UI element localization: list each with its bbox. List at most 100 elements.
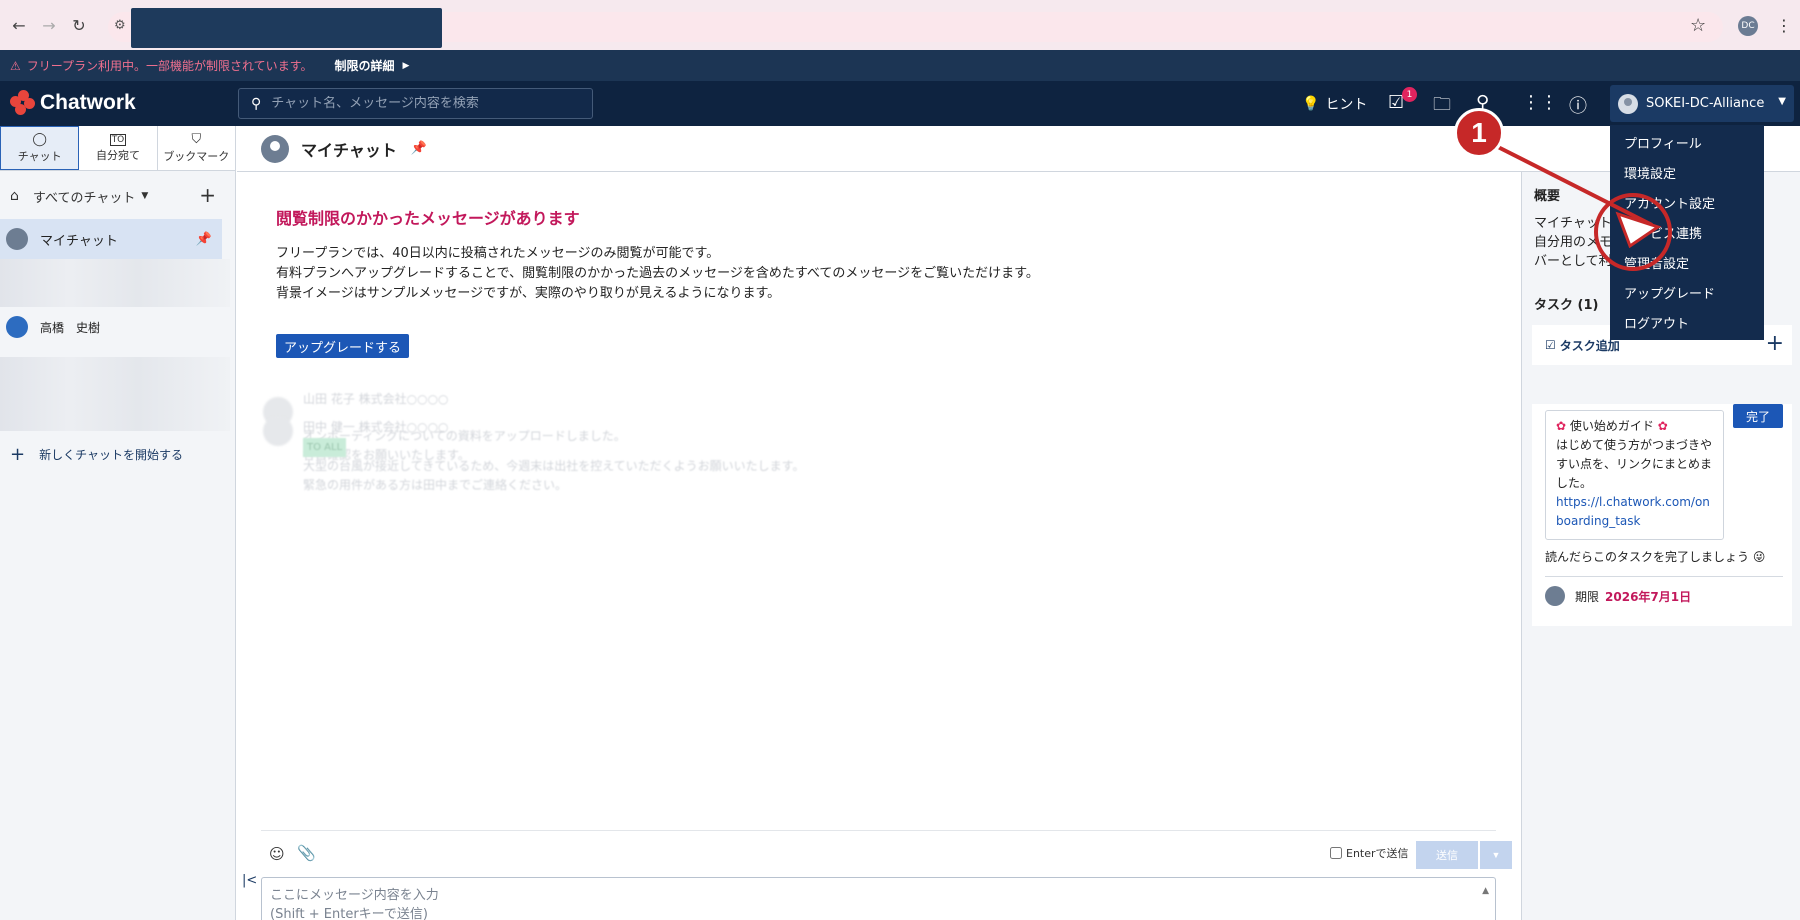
guide-title-row: ✿ 使い始めガイド ✿ (1556, 417, 1713, 436)
guide-link[interactable]: https://l.chatwork.com/onboarding_task (1556, 493, 1713, 531)
browser-menu-icon[interactable]: ⋮ (1776, 16, 1792, 35)
lightbulb-icon: 💡 (1302, 96, 1320, 112)
composer-toolbar: ☺ 📎 Enterで送信 送信 ▼ (261, 830, 1512, 874)
search-box[interactable]: ⚲ (238, 88, 593, 119)
sidebar-item-takahashi[interactable]: 高橋 史樹 (0, 307, 222, 347)
room-name: 高橋 史樹 (40, 320, 101, 335)
due-label: 期限 (1575, 589, 1600, 604)
divider (1545, 576, 1783, 577)
tab-label: ブックマーク (163, 150, 230, 163)
send-options-button[interactable]: ▼ (1480, 841, 1512, 869)
to-all-tag: TO ALL (303, 438, 347, 457)
blurred-room (0, 259, 230, 307)
notice-line: 有料プランへアップグレードすることで、閲覧制限のかかった過去のメッセージを含めた… (276, 266, 1039, 281)
search-icon: ⚲ (251, 95, 262, 112)
send-button[interactable]: 送信 (1416, 841, 1478, 869)
sidebar-item-mychat[interactable]: マイチャット 📌 (0, 219, 222, 259)
guide-footer: 読んだらこのタスクを完了しましょう 😜 (1545, 548, 1765, 565)
limit-details-link[interactable]: 制限の詳細 (335, 57, 395, 74)
info-icon[interactable]: ⓘ (1569, 92, 1587, 118)
tab-label: チャット (17, 150, 62, 163)
menu-item-logout[interactable]: ログアウト (1610, 310, 1764, 340)
plan-message: フリープラン利用中。一部機能が制限されています。 (26, 59, 313, 73)
message-area: 山田 花子 株式会社○○○○ オンボーディングについての資料をアップロードしまし… (237, 172, 1521, 832)
user-menu-button[interactable]: SOKEI-DC-Alliance ▼ (1610, 85, 1794, 122)
folder-icon[interactable]: 🗀 (1433, 92, 1451, 122)
guide-text: はじめて使う方がつまづきやすい点を、リンクにまとめました。 (1556, 438, 1713, 490)
collapse-sidebar-icon[interactable]: |< (242, 873, 257, 888)
chevron-right-icon: ▶ (402, 60, 410, 71)
site-settings-icon[interactable]: ⚙ (114, 18, 126, 33)
chat-filter[interactable]: ⌂ すべてのチャット ▼ + (0, 181, 236, 211)
tab-bookmark[interactable]: ⛉ ブックマーク (158, 126, 236, 170)
app-header: Chatwork ⚲ 💡 ヒント ☑ 1 🗀 ⚲ ⋮⋮ ⓘ SOKEI-DC-A… (0, 81, 1800, 126)
avatar (6, 316, 28, 338)
pin-icon[interactable]: 📌 (411, 141, 427, 156)
emoji-icon[interactable]: ☺ (269, 845, 285, 863)
placeholder-line: (Shift + Enterキーで送信) (270, 907, 428, 920)
enter-send-checkbox[interactable] (1330, 847, 1342, 859)
redacted-url (131, 8, 442, 48)
plus-icon[interactable]: + (1766, 331, 1784, 356)
free-plan-banner: ⚠ フリープラン利用中。一部機能が制限されています。 制限の詳細 ▶ (0, 50, 1800, 81)
task-count-badge: 1 (1402, 87, 1417, 102)
enter-send-label: Enterで送信 (1346, 847, 1409, 860)
ghost-sender: 山田 花子 株式会社○○○○ (303, 392, 449, 406)
enter-send-toggle[interactable]: Enterで送信 (1330, 845, 1409, 861)
guide-title: 使い始めガイド (1569, 419, 1654, 433)
to-icon: TO (109, 133, 127, 146)
ghost-sender: 田中 健一 株式会社○○○○ (303, 420, 449, 434)
plus-icon: + (10, 444, 26, 465)
bookmark-star-icon[interactable]: ☆ (1690, 15, 1706, 36)
guide-footer-text: 読んだらこのタスクを完了しましょう (1545, 550, 1750, 564)
hint-button[interactable]: 💡 ヒント (1302, 94, 1367, 114)
upgrade-button[interactable]: アップグレードする (276, 334, 410, 358)
ghost-message: 田中 健一 株式会社○○○○ TO ALL 大型の台風が接近してきているため、今… (303, 418, 804, 495)
chatwork-logo[interactable]: Chatwork (10, 90, 136, 116)
complete-task-button[interactable]: 完了 (1733, 404, 1783, 428)
placeholder-line: ここにメッセージ内容を入力 (270, 888, 439, 903)
filter-label: すべてのチャット (32, 190, 136, 206)
attachment-icon[interactable]: 📎 (297, 844, 316, 862)
ghost-line: 大型の台風が接近してきているため、今週末は出社を控えていただくようお願いいたしま… (303, 459, 805, 473)
hint-label: ヒント (1325, 97, 1368, 113)
checkbox-icon: ☑ (1545, 338, 1556, 352)
notice-line: フリープランでは、40日以内に投稿されたメッセージのみ閲覧が可能です。 (276, 246, 720, 261)
menu-item-profile[interactable]: プロフィール (1610, 130, 1764, 160)
avatar (6, 228, 28, 250)
notice-title: 閲覧制限のかかったメッセージがあります (276, 209, 580, 228)
wink-emoji-icon: 😜 (1752, 550, 1766, 564)
back-icon[interactable]: ← (8, 14, 30, 36)
message-input[interactable]: ここにメッセージ内容を入力 (Shift + Enterキーで送信) ▲ (261, 877, 1496, 920)
tab-to-me[interactable]: TO 自分宛て (79, 126, 158, 170)
home-icon: ⌂ (10, 188, 19, 204)
guide-box: ✿ 使い始めガイド ✿ はじめて使う方がつまづきやすい点を、リンクにまとめました… (1545, 410, 1724, 540)
add-chat-icon[interactable]: + (199, 183, 216, 207)
reload-icon[interactable]: ↻ (68, 14, 90, 36)
menu-item-upgrade[interactable]: アップグレード (1610, 280, 1764, 310)
new-chat-button[interactable]: + 新しくチャットを開始する (10, 444, 183, 465)
scroll-up-icon[interactable]: ▲ (1482, 882, 1489, 901)
task-card: ✿ 使い始めガイド ✿ はじめて使う方がつまづきやすい点を、リンクにまとめました… (1532, 404, 1792, 626)
chevron-down-icon: ▼ (1778, 96, 1786, 107)
chat-title: マイチャット (301, 140, 397, 160)
browser-profile-avatar[interactable]: DC (1738, 16, 1758, 36)
flower-icon: ✿ (1556, 419, 1567, 433)
tab-chat[interactable]: ◯ チャット (0, 126, 80, 170)
overview-heading: 概要 (1534, 189, 1561, 204)
new-chat-label: 新しくチャットを開始する (39, 448, 183, 462)
forward-icon[interactable]: → (38, 14, 60, 36)
menu-item-preferences[interactable]: 環境設定 (1610, 160, 1764, 190)
warning-icon: ⚠ (10, 58, 21, 73)
avatar (1545, 586, 1565, 606)
flower-icon: ✿ (1657, 419, 1668, 433)
user-avatar (1618, 93, 1638, 114)
room-name: マイチャット (40, 233, 118, 249)
pin-icon[interactable]: 📌 (196, 232, 212, 247)
chevron-down-icon: ▼ (141, 191, 149, 201)
annotation-step-number: 1 (1454, 108, 1504, 158)
app-name: Chatwork (40, 91, 136, 114)
search-input[interactable] (271, 96, 572, 111)
notice-line: 背景イメージはサンプルメッセージですが、実際のやり取りが見えるようになります。 (276, 286, 781, 301)
apps-grid-icon[interactable]: ⋮⋮ (1522, 92, 1558, 113)
